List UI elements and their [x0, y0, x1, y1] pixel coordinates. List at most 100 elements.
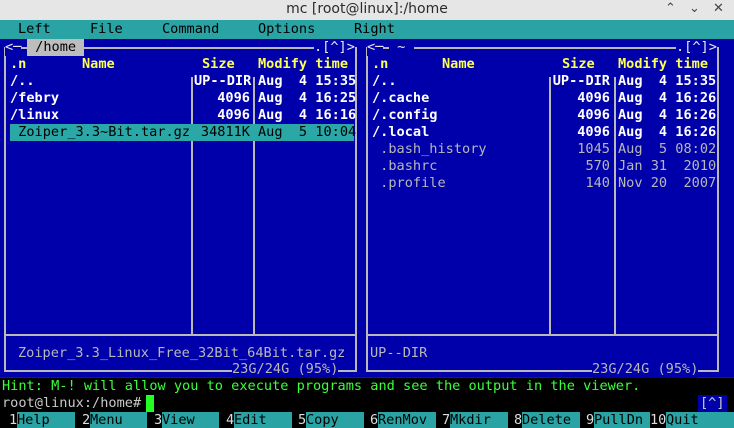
right-row-name[interactable]: /.config — [372, 107, 437, 124]
minimize-window-icon[interactable]: ⌃ — [665, 1, 676, 16]
fkey-number: 6 — [370, 412, 379, 428]
right-frame-right — [717, 47, 719, 372]
left-header-name[interactable]: Name — [82, 56, 115, 73]
fkey-number: 1 — [9, 412, 18, 428]
right-frame-left — [366, 47, 368, 372]
fkey-mkdir-button[interactable]: Mkdir — [450, 412, 508, 428]
fkey-delete-button[interactable]: Delete — [522, 412, 580, 428]
menu-left[interactable]: Left — [18, 21, 51, 37]
hint-line: Hint: M-! will allow you to execute prog… — [0, 378, 734, 395]
fkey-number: 7 — [442, 412, 451, 428]
menu-command[interactable]: Command — [162, 21, 219, 37]
fkey-pulldn-button[interactable]: PullDn — [594, 412, 650, 428]
right-row-size: 4096 — [577, 124, 610, 140]
fkey-number: 9 — [586, 412, 595, 428]
left-header-n[interactable]: .n — [10, 56, 26, 73]
right-row-size: 1045 — [577, 141, 610, 157]
right-header-modify[interactable]: Modify time — [618, 56, 708, 73]
right-row-size: 570 — [585, 158, 610, 174]
left-row-name[interactable]: Zoiper_3.3~Bit.tar.gz — [10, 124, 190, 141]
right-row-name[interactable]: .bashrc — [372, 158, 437, 175]
right-path-label[interactable]: ~ — [389, 39, 414, 56]
right-header-name[interactable]: Name — [442, 56, 475, 73]
left-frame-mid — [4, 334, 356, 336]
fkey-number: 4 — [226, 412, 235, 428]
left-col-sep-2 — [253, 77, 255, 335]
right-row-name[interactable]: /.. — [372, 73, 397, 90]
right-disk-usage: 23G/24G (95%) — [592, 361, 699, 378]
right-row-date: Aug 4 16:26 — [618, 107, 717, 123]
fkey-number: 3 — [154, 412, 163, 428]
fkey-number: 2 — [82, 412, 91, 428]
right-panel[interactable]: <─ ~ .[^]> .n Name Size Modify time /.. … — [362, 39, 734, 378]
left-disk-usage: 23G/24G (95%) — [232, 361, 339, 378]
left-row-name[interactable]: /febry — [10, 90, 59, 107]
left-row-size: 4096 — [217, 107, 250, 123]
left-frame-left — [4, 47, 6, 372]
right-col-sep-2 — [614, 77, 616, 335]
right-row-date: Aug 4 15:35 — [618, 73, 717, 89]
right-row-name[interactable]: /.local — [372, 124, 429, 141]
menu-right[interactable]: Right — [354, 21, 395, 37]
right-row-date: Aug 4 16:26 — [618, 124, 717, 140]
left-row-date: Aug 4 16:25 — [258, 90, 357, 106]
right-frame-mid — [366, 334, 718, 336]
fkey-number: 5 — [298, 412, 307, 428]
right-row-name[interactable]: .bash_history — [372, 141, 486, 158]
right-row-size: 4096 — [577, 90, 610, 106]
left-path-label[interactable]: /home — [27, 39, 85, 56]
right-row-date: Aug 4 16:26 — [618, 90, 717, 106]
menu-bar: Left File Command Options Right — [0, 20, 734, 39]
fkey-view-button[interactable]: View — [162, 412, 219, 428]
right-row-name[interactable]: /.cache — [372, 90, 429, 107]
left-row-size: UP--DIR — [194, 73, 252, 89]
left-header-size[interactable]: Size — [202, 56, 235, 73]
right-row-name[interactable]: .profile — [372, 175, 446, 192]
left-row-date: Aug 5 10:04 — [258, 124, 357, 140]
prompt-text: root@linux:/home# — [2, 395, 142, 411]
right-row-size: 140 — [585, 175, 610, 191]
menu-file[interactable]: File — [90, 21, 123, 37]
menu-options[interactable]: Options — [258, 21, 315, 37]
right-corner-right[interactable]: .[^]> — [676, 39, 717, 56]
left-col-sep-1 — [191, 77, 193, 335]
right-row-date: Nov 20 2007 — [618, 175, 717, 191]
function-key-bar: 1 Help 2 Menu 3 View 4 Edit 5 Copy 6 Ren… — [0, 412, 734, 428]
right-row-date: Aug 5 08:02 — [618, 141, 717, 157]
left-row-date: Aug 4 16:16 — [258, 107, 357, 123]
fkey-menu-button[interactable]: Menu — [90, 412, 147, 428]
left-corner-right[interactable]: .[^]> — [314, 39, 355, 56]
fkey-copy-button[interactable]: Copy — [306, 412, 364, 428]
window-titlebar: mc [root@linux]:/home ⌃ ⌄ ✕ — [0, 0, 734, 20]
command-line[interactable]: root@linux:/home# [^] — [0, 395, 734, 412]
right-row-size: UP--DIR — [552, 73, 610, 89]
fkey-help-button[interactable]: Help — [17, 412, 75, 428]
right-status-line: UP--DIR — [370, 345, 428, 361]
left-panel[interactable]: <─ /home .[^]> .n Name Size Modify time … — [0, 39, 362, 378]
right-row-date: Jan 31 2010 — [618, 158, 717, 174]
left-row-date: Aug 4 15:35 — [258, 73, 357, 89]
left-row-name[interactable]: /linux — [10, 107, 59, 124]
terminal: Left File Command Options Right <─ /home… — [0, 20, 734, 428]
left-row-name[interactable]: /.. — [10, 73, 35, 90]
text-cursor — [146, 395, 154, 412]
fkey-renmov-button[interactable]: RenMov — [378, 412, 436, 428]
fkey-number: 10 — [650, 412, 667, 428]
window-title: mc [root@linux]:/home — [286, 1, 448, 17]
left-status-line: Zoiper_3.3_Linux_Free_32Bit_64Bit.tar.gz — [18, 345, 346, 361]
right-header-size[interactable]: Size — [562, 56, 595, 73]
left-corner-left: <─ — [5, 39, 22, 56]
left-row-size: 4096 — [217, 90, 250, 106]
right-corner-left: <─ — [367, 39, 384, 56]
prompt-corner[interactable]: [^] — [698, 395, 727, 412]
maximize-window-icon[interactable]: ⌄ — [689, 1, 700, 16]
right-row-size: 4096 — [577, 107, 610, 123]
close-window-icon[interactable]: ✕ — [713, 1, 724, 16]
fkey-quit-button[interactable]: Quit — [666, 412, 734, 428]
fkey-number: 8 — [514, 412, 523, 428]
right-frame-top — [366, 47, 718, 49]
right-header-n[interactable]: .n — [372, 56, 388, 73]
left-header-modify[interactable]: Modify time — [258, 56, 348, 73]
fkey-edit-button[interactable]: Edit — [234, 412, 292, 428]
hint-text: Hint: M-! will allow you to execute prog… — [2, 378, 641, 394]
